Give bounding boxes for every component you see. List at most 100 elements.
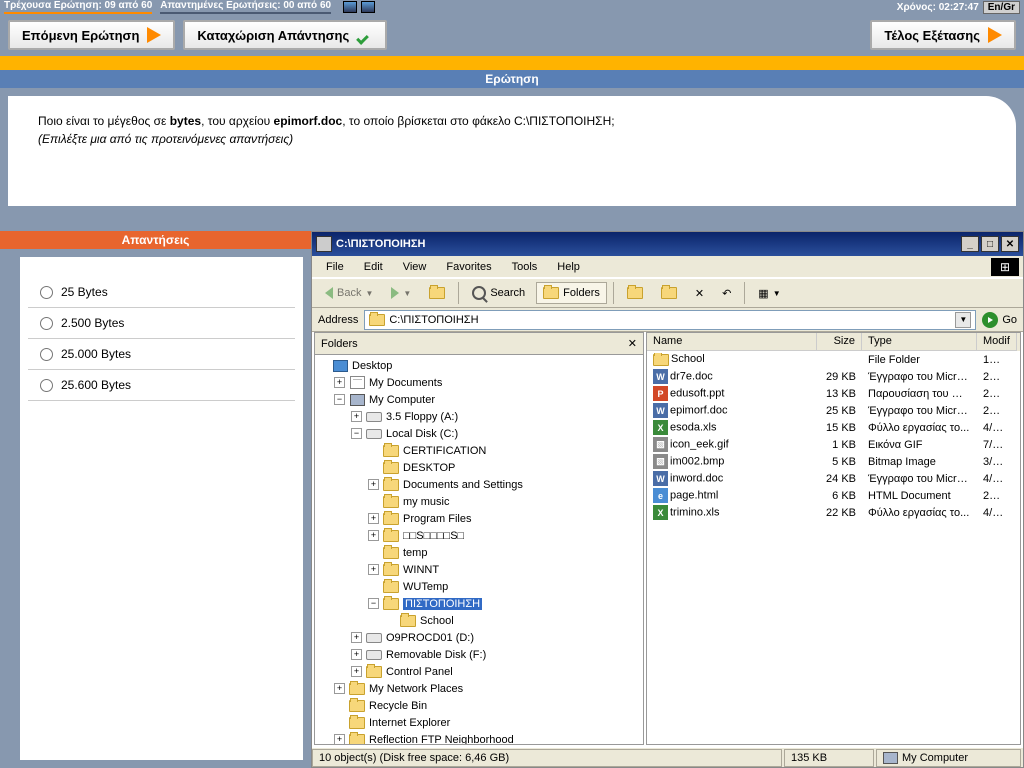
file-row[interactable]: epage.html 6 KB HTML Document 27/2/2 [647,487,1020,504]
tool-icon-1[interactable] [343,1,357,13]
undo-button[interactable]: ↶ [715,282,738,304]
answer-option[interactable]: 2.500 Bytes [28,308,295,339]
tree-node[interactable]: − Local Disk (C:) [317,425,641,442]
expander-icon[interactable]: + [334,683,345,694]
tree-node[interactable]: + My Network Places [317,680,641,697]
file-row[interactable]: Wdr7e.doc 29 KB Έγγραφο του Micro... 21/… [647,368,1020,385]
menu-help[interactable]: Help [547,259,590,275]
expander-icon[interactable] [334,717,345,728]
delete-button[interactable]: ✕ [688,282,711,304]
maximize-button[interactable]: □ [981,236,999,252]
folder-tree[interactable]: Desktop + My Documents − My Computer + 3… [315,355,643,744]
address-dropdown[interactable]: ▼ [955,312,971,328]
col-type[interactable]: Type [862,333,977,351]
tree-node[interactable]: + Removable Disk (F:) [317,646,641,663]
go-button[interactable]: Go [982,312,1017,328]
next-question-button[interactable]: Επόμενη Ερώτηση [8,20,175,50]
tree-node[interactable]: + Program Files [317,510,641,527]
tree-node[interactable]: + □□S□□□□S□ [317,527,641,544]
menu-edit[interactable]: Edit [354,259,393,275]
answer-option[interactable]: 25.000 Bytes [28,339,295,370]
search-button[interactable]: Search [465,282,532,304]
file-list[interactable]: School File Folder 10/6/2 Wdr7e.doc 29 K… [647,351,1020,744]
close-button[interactable]: ✕ [1001,236,1019,252]
tree-node[interactable]: + My Documents [317,374,641,391]
tree-node[interactable]: + O9PROCD01 (D:) [317,629,641,646]
tree-node[interactable]: DESKTOP [317,459,641,476]
expander-icon[interactable]: + [351,411,362,422]
tree-node[interactable]: CERTIFICATION [317,442,641,459]
back-button[interactable]: Back▼ [318,282,380,304]
file-row[interactable]: Xtrimino.xls 22 KB Φύλλο εργασίας το... … [647,504,1020,521]
answer-option[interactable]: 25.600 Bytes [28,370,295,401]
tree-node[interactable]: − My Computer [317,391,641,408]
tree-node[interactable]: + Documents and Settings [317,476,641,493]
forward-button[interactable]: ▼ [384,282,418,304]
up-button[interactable] [422,282,452,304]
col-modified[interactable]: Modif [977,333,1017,351]
expander-icon[interactable] [368,547,379,558]
tree-node[interactable]: Recycle Bin [317,697,641,714]
col-name[interactable]: Name [647,333,817,351]
answer-option[interactable]: 25 Bytes [28,277,295,308]
language-toggle[interactable]: En/Gr [983,1,1020,14]
expander-icon[interactable]: + [351,666,362,677]
expander-icon[interactable]: + [368,564,379,575]
file-row[interactable]: ▧icon_eek.gif 1 KB Εικόνα GIF 7/2/20 [647,436,1020,453]
expander-icon[interactable]: + [334,377,345,388]
file-row[interactable]: ▧im002.bmp 5 KB Bitmap Image 3/2/20 [647,453,1020,470]
folders-button[interactable]: Folders [536,282,607,304]
tree-node[interactable]: my music [317,493,641,510]
expander-icon[interactable] [385,615,396,626]
minimize-button[interactable]: _ [961,236,979,252]
move-to-button[interactable] [620,282,650,304]
submit-answer-button[interactable]: Καταχώριση Απάντησης [183,20,387,50]
tool-icon-2[interactable] [361,1,375,13]
answer-radio[interactable] [40,348,53,361]
tree-node[interactable]: temp [317,544,641,561]
tree-node[interactable]: − ΠΙΣΤΟΠΟΙΗΣΗ [317,595,641,612]
expander-icon[interactable]: + [368,479,379,490]
file-row[interactable]: Winword.doc 24 KB Έγγραφο του Micro... 4… [647,470,1020,487]
file-row[interactable]: Pedusoft.ppt 13 KB Παρουσίαση του Mic...… [647,385,1020,402]
expander-icon[interactable] [368,445,379,456]
menu-file[interactable]: File [316,259,354,275]
expander-icon[interactable]: − [368,598,379,609]
answer-radio[interactable] [40,286,53,299]
answer-radio[interactable] [40,379,53,392]
menu-tools[interactable]: Tools [502,259,548,275]
tree-node[interactable]: + 3.5 Floppy (A:) [317,408,641,425]
expander-icon[interactable] [317,360,328,371]
menu-favorites[interactable]: Favorites [436,259,501,275]
titlebar[interactable]: C:\ΠΙΣΤΟΠΟΙΗΣΗ _ □ ✕ [312,232,1023,256]
expander-icon[interactable] [368,496,379,507]
tree-node[interactable]: Desktop [317,357,641,374]
address-input[interactable]: C:\ΠΙΣΤΟΠΟΙΗΣΗ ▼ [364,310,976,330]
expander-icon[interactable]: + [351,649,362,660]
expander-icon[interactable]: − [334,394,345,405]
expander-icon[interactable]: + [351,632,362,643]
answer-radio[interactable] [40,317,53,330]
file-row[interactable]: School File Folder 10/6/2 [647,351,1020,368]
end-exam-button[interactable]: Τέλος Εξέτασης [870,20,1016,50]
menu-view[interactable]: View [393,259,437,275]
tree-node[interactable]: + Reflection FTP Neighborhood [317,731,641,744]
close-tree-button[interactable]: ✕ [628,337,637,350]
expander-icon[interactable]: − [351,428,362,439]
expander-icon[interactable] [334,700,345,711]
expander-icon[interactable] [368,462,379,473]
file-row[interactable]: Wepimorf.doc 25 KB Έγγραφο του Micro... … [647,402,1020,419]
views-button[interactable]: ▦▼ [751,282,787,304]
tree-node[interactable]: + WINNT [317,561,641,578]
file-row[interactable]: Xesoda.xls 15 KB Φύλλο εργασίας το... 4/… [647,419,1020,436]
col-size[interactable]: Size [817,333,862,351]
tree-node[interactable]: Internet Explorer [317,714,641,731]
copy-to-button[interactable] [654,282,684,304]
expander-icon[interactable]: + [368,513,379,524]
expander-icon[interactable]: + [368,530,379,541]
tree-node[interactable]: + Control Panel [317,663,641,680]
expander-icon[interactable]: + [334,734,345,744]
expander-icon[interactable] [368,581,379,592]
tree-node[interactable]: School [317,612,641,629]
tree-node[interactable]: WUTemp [317,578,641,595]
